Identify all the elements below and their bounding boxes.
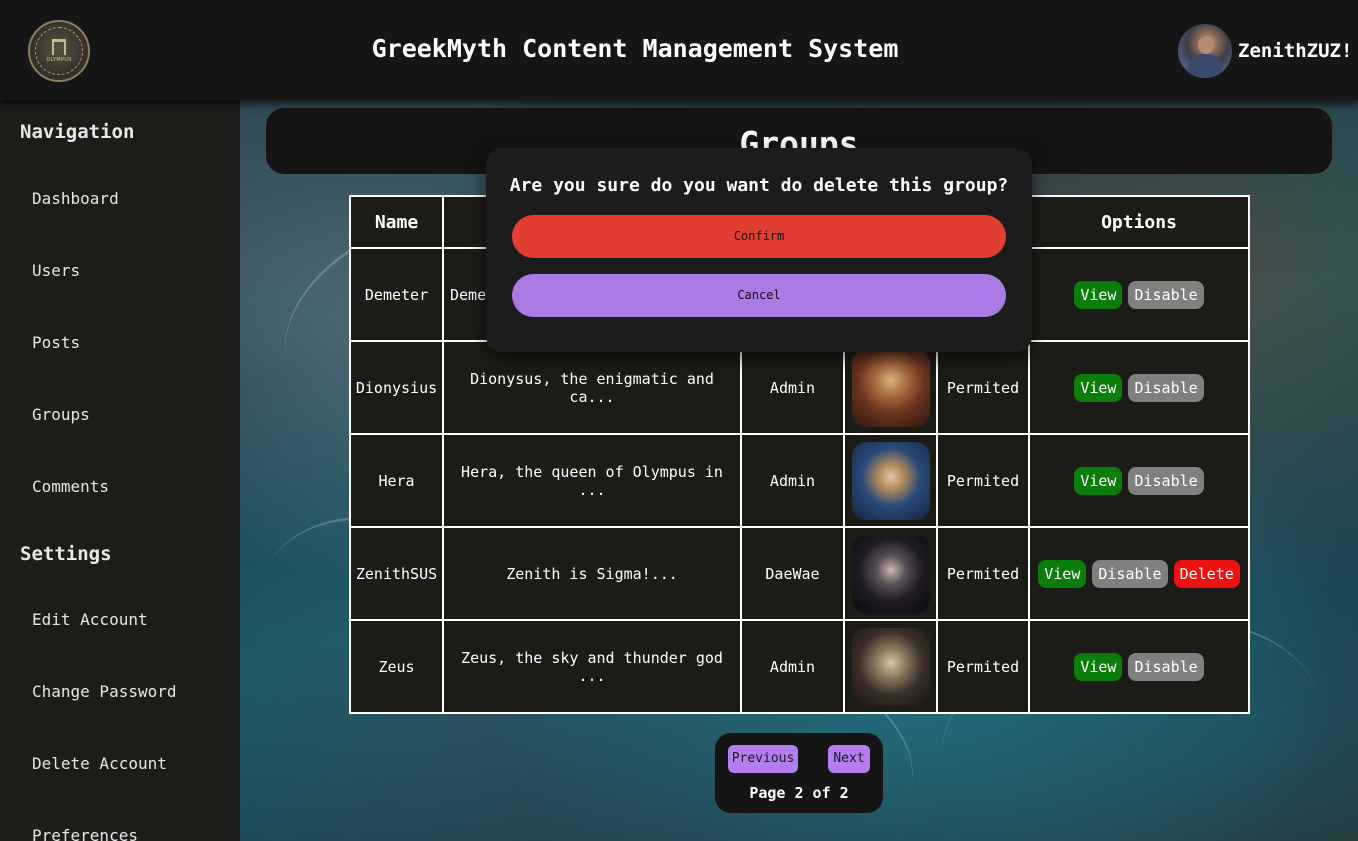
modal-question: Are you sure do you want do delete this … bbox=[509, 175, 1009, 196]
cell-options: View Disable bbox=[1028, 433, 1250, 528]
sidebar-item-posts[interactable]: Posts bbox=[32, 333, 80, 352]
cell-image bbox=[843, 340, 938, 435]
disable-button[interactable]: Disable bbox=[1128, 652, 1204, 681]
cell-status: Permited bbox=[936, 340, 1030, 435]
previous-button[interactable]: Previous bbox=[728, 745, 798, 773]
sidebar-item-dashboard[interactable]: Dashboard bbox=[32, 189, 119, 208]
sidebar-item-edit-account[interactable]: Edit Account bbox=[32, 610, 148, 629]
view-button[interactable]: View bbox=[1074, 466, 1123, 495]
header-name: Name bbox=[349, 195, 444, 249]
cell-name: Demeter bbox=[349, 247, 444, 342]
cell-owner: Admin bbox=[740, 340, 845, 435]
table-row: Zeus Zeus, the sky and thunder god ... A… bbox=[349, 619, 1250, 714]
zenith-image[interactable] bbox=[851, 534, 930, 613]
sidebar-item-preferences[interactable]: Preferences bbox=[32, 826, 138, 841]
cell-name: Hera bbox=[349, 433, 444, 528]
cell-description: Zenith is Sigma!... bbox=[442, 526, 742, 621]
table-row: Hera Hera, the queen of Olympus in ... A… bbox=[349, 433, 1250, 528]
sidebar-item-groups[interactable]: Groups bbox=[32, 405, 90, 424]
cell-image bbox=[843, 433, 938, 528]
cell-options: View Disable bbox=[1028, 247, 1250, 342]
username[interactable]: ZenithZUZ! bbox=[1238, 40, 1352, 62]
avatar-head bbox=[1198, 36, 1214, 54]
disable-button[interactable]: Disable bbox=[1128, 280, 1204, 309]
header-options: Options bbox=[1028, 195, 1250, 249]
cell-image bbox=[843, 526, 938, 621]
disable-button[interactable]: Disable bbox=[1128, 466, 1204, 495]
cell-description: Zeus, the sky and thunder god ... bbox=[442, 619, 742, 714]
disable-button[interactable]: Disable bbox=[1092, 559, 1168, 588]
page-indicator: Page 2 of 2 bbox=[749, 784, 849, 802]
cell-owner: Admin bbox=[740, 619, 845, 714]
sidebar-item-change-password[interactable]: Change Password bbox=[32, 682, 177, 701]
cell-name: ZenithSUS bbox=[349, 526, 444, 621]
view-button[interactable]: View bbox=[1038, 559, 1087, 588]
app-title: GreekMyth Content Management System bbox=[371, 34, 899, 63]
cell-status: Permited bbox=[936, 433, 1030, 528]
cell-owner: DaeWae bbox=[740, 526, 845, 621]
zeus-image[interactable] bbox=[851, 627, 930, 706]
dionysus-image[interactable] bbox=[851, 348, 930, 427]
cell-options: View Disable bbox=[1028, 619, 1250, 714]
avatar-body bbox=[1188, 54, 1222, 78]
cell-image bbox=[843, 619, 938, 714]
sidebar-item-comments[interactable]: Comments bbox=[32, 477, 109, 496]
table-row: Dionysius Dionysus, the enigmatic and ca… bbox=[349, 340, 1250, 435]
user-avatar[interactable] bbox=[1178, 24, 1232, 78]
pagination: Previous Next Page 2 of 2 bbox=[715, 733, 883, 813]
cell-description: Dionysus, the enigmatic and ca... bbox=[442, 340, 742, 435]
navigation-title: Navigation bbox=[20, 121, 135, 143]
sidebar-item-delete-account[interactable]: Delete Account bbox=[32, 754, 167, 773]
delete-button[interactable]: Delete bbox=[1173, 559, 1240, 588]
hera-image[interactable] bbox=[851, 441, 930, 520]
table-row: ZenithSUS Zenith is Sigma!... DaeWae Per… bbox=[349, 526, 1250, 621]
cell-name: Zeus bbox=[349, 619, 444, 714]
confirm-button[interactable]: Confirm bbox=[512, 215, 1006, 258]
cell-status: Permited bbox=[936, 526, 1030, 621]
cancel-button[interactable]: Cancel bbox=[512, 274, 1006, 317]
view-button[interactable]: View bbox=[1074, 652, 1123, 681]
cell-status: Permited bbox=[936, 619, 1030, 714]
cell-options: View Disable Delete bbox=[1028, 526, 1250, 621]
view-button[interactable]: View bbox=[1074, 373, 1123, 402]
cell-name: Dionysius bbox=[349, 340, 444, 435]
settings-title: Settings bbox=[20, 543, 112, 565]
cell-description: Hera, the queen of Olympus in ... bbox=[442, 433, 742, 528]
sidebar: Navigation Dashboard Users Posts Groups … bbox=[0, 100, 240, 841]
cell-owner: Admin bbox=[740, 433, 845, 528]
view-button[interactable]: View bbox=[1074, 280, 1123, 309]
disable-button[interactable]: Disable bbox=[1128, 373, 1204, 402]
next-button[interactable]: Next bbox=[828, 745, 870, 773]
app-header: OLYMPUS GreekMyth Content Management Sys… bbox=[0, 0, 1358, 100]
delete-confirmation-modal: Are you sure do you want do delete this … bbox=[486, 148, 1032, 352]
sidebar-item-users[interactable]: Users bbox=[32, 261, 80, 280]
cell-options: View Disable bbox=[1028, 340, 1250, 435]
